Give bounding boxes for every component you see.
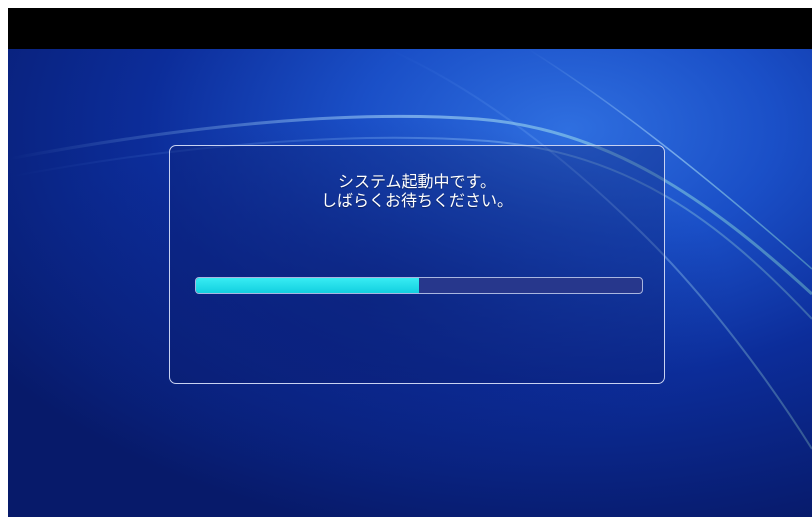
progress-bar-fill (196, 278, 419, 293)
loading-dialog: システム起動中です。 しばらくお待ちください。 (169, 145, 665, 384)
boot-message-line2: しばらくお待ちください。 (320, 191, 513, 210)
boot-message-line1: システム起動中です。 (338, 172, 496, 191)
boot-screen: システム起動中です。 しばらくお待ちください。 (8, 8, 812, 517)
boot-message: システム起動中です。 しばらくお待ちください。 (170, 172, 664, 210)
progress-bar (195, 277, 643, 294)
top-black-bar (8, 8, 812, 49)
